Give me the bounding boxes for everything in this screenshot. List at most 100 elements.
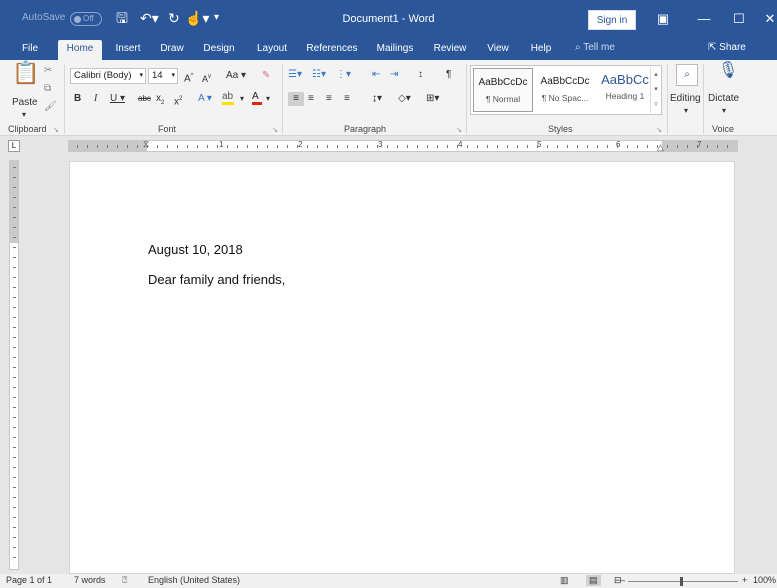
shading-icon[interactable]: ◇▾ — [398, 92, 411, 106]
font-launcher-icon[interactable]: ↘ — [272, 126, 278, 134]
styles-launcher-icon[interactable]: ↘ — [656, 126, 662, 134]
numbering-icon[interactable]: ☷▾ — [312, 68, 326, 82]
save-icon[interactable]: 🖫 — [116, 9, 128, 27]
close-button[interactable]: ✕ — [755, 8, 777, 30]
italic-icon[interactable]: I — [94, 92, 97, 106]
proofing-icon[interactable]: ⍰ — [122, 575, 127, 586]
tab-help[interactable]: Help — [524, 40, 558, 60]
ruler-tick — [13, 407, 16, 408]
copy-icon[interactable]: ⧉ — [44, 82, 51, 96]
signin-button[interactable]: Sign in — [588, 10, 636, 30]
find-icon[interactable]: ⌕ — [676, 64, 698, 86]
ruler-tick — [13, 357, 16, 358]
multilevel-list-icon[interactable]: ⋮▾ — [336, 68, 351, 82]
tab-draw[interactable]: Draw — [154, 40, 190, 60]
language-status[interactable]: English (United States) — [148, 575, 240, 585]
ruler-tick — [13, 447, 16, 448]
font-size-combo[interactable]: 14 ▾ — [148, 68, 178, 84]
align-center-icon[interactable]: ≡ — [308, 92, 314, 106]
autosave-toggle[interactable]: Off — [70, 12, 102, 26]
ruler-tick — [637, 145, 638, 148]
borders-icon[interactable]: ⊞▾ — [426, 92, 439, 106]
date-line[interactable]: August 10, 2018 — [148, 242, 243, 257]
font-name-combo[interactable]: Calibri (Body) ▾ — [70, 68, 146, 84]
ruler-tick — [13, 507, 16, 508]
shrink-font-icon[interactable]: Av — [202, 70, 211, 86]
ruler-tick — [13, 547, 16, 548]
show-formatting-marks-icon[interactable]: ¶ — [446, 68, 451, 82]
vertical-ruler[interactable] — [9, 160, 19, 570]
tab-layout[interactable]: Layout — [250, 40, 294, 60]
right-indent-marker-icon[interactable]: △ — [657, 142, 664, 153]
bold-icon[interactable]: B — [74, 92, 81, 106]
word-count[interactable]: 7 words — [74, 575, 106, 585]
share-button[interactable]: ⇱ Share — [708, 42, 746, 53]
zoom-slider[interactable] — [628, 581, 738, 582]
change-case-button[interactable]: Aa ▾ — [226, 69, 246, 83]
highlight-dropdown-icon[interactable]: ▾ — [240, 92, 244, 106]
horizontal-ruler[interactable]: 1 2 3 4 5 6 7 ⧖ △ — [68, 139, 738, 153]
increase-indent-icon[interactable]: ⇥ — [390, 68, 398, 82]
tab-design[interactable]: Design — [196, 40, 242, 60]
print-layout-icon[interactable]: ▤ — [586, 575, 601, 586]
tab-file[interactable]: File — [16, 40, 44, 60]
salutation-line[interactable]: Dear family and friends, — [148, 272, 285, 287]
ruler-number: 1 — [219, 140, 224, 149]
paste-icon[interactable]: 📋 — [12, 62, 39, 84]
superscript-icon[interactable]: x2 — [174, 92, 182, 109]
tab-home[interactable]: Home — [58, 40, 102, 60]
page-count[interactable]: Page 1 of 1 — [6, 575, 52, 585]
chevron-down-icon[interactable]: ▾ — [722, 104, 726, 118]
style-preview: AaBbCc — [601, 72, 649, 87]
tab-mailings[interactable]: Mailings — [370, 40, 420, 60]
ribbon-display-options-icon[interactable]: ▣ — [648, 8, 678, 30]
ruler-tick — [317, 145, 318, 148]
font-color-dropdown-icon[interactable]: ▾ — [266, 92, 270, 106]
sort-icon[interactable]: ↕ — [418, 68, 423, 82]
justify-icon[interactable]: ≡ — [344, 92, 350, 106]
cut-icon[interactable]: ✂ — [44, 64, 52, 78]
align-right-icon[interactable]: ≡ — [326, 92, 332, 106]
text-effects-icon[interactable]: A ▾ — [198, 92, 212, 106]
zoom-in-button[interactable]: + — [742, 575, 747, 585]
touch-mode-icon[interactable]: ☝▾ — [185, 9, 209, 27]
redo-icon[interactable]: ↻ — [168, 9, 180, 27]
tab-view[interactable]: View — [480, 40, 516, 60]
underline-icon[interactable]: U ▾ — [110, 92, 125, 106]
ruler-tick — [557, 145, 558, 148]
line-spacing-icon[interactable]: ↨▾ — [372, 92, 382, 106]
customize-qat-icon[interactable]: ▾ — [214, 9, 219, 27]
bullets-icon[interactable]: ☰▾ — [288, 68, 302, 82]
undo-icon[interactable]: ↶▾ — [140, 9, 159, 27]
tab-selector[interactable]: L — [8, 140, 20, 152]
microphone-icon[interactable]: 🎙 — [718, 63, 738, 79]
paragraph-launcher-icon[interactable]: ↘ — [456, 126, 462, 134]
restore-button[interactable]: ☐ — [724, 8, 754, 30]
style-heading-1[interactable]: AaBbCc Heading 1 — [595, 68, 655, 112]
decrease-indent-icon[interactable]: ⇤ — [372, 68, 380, 82]
styles-gallery-scroll[interactable]: ▴ ▾ ▿ — [650, 67, 661, 113]
style-no-spacing[interactable]: AaBbCcDc ¶ No Spac... — [535, 68, 595, 112]
chevron-down-icon[interactable]: ▾ — [684, 104, 688, 118]
tab-references[interactable]: References — [302, 40, 362, 60]
format-painter-icon[interactable]: 🖌 — [44, 100, 57, 114]
tab-insert[interactable]: Insert — [108, 40, 148, 60]
paste-dropdown-icon[interactable]: ▾ — [22, 108, 26, 122]
strikethrough-icon[interactable]: abc — [138, 92, 151, 106]
grow-font-icon[interactable]: A^ — [184, 69, 194, 86]
document-page[interactable]: August 10, 2018 Dear family and friends, — [69, 161, 735, 574]
style-normal[interactable]: AaBbCcDc ¶ Normal — [473, 68, 533, 112]
font-color-icon[interactable]: A — [252, 90, 262, 105]
clear-formatting-icon[interactable]: ✎ — [262, 69, 270, 83]
subscript-icon[interactable]: x2 — [156, 92, 164, 110]
read-mode-icon[interactable]: ▥ — [560, 575, 569, 586]
minimize-button[interactable]: — — [689, 8, 719, 30]
zoom-out-button[interactable]: – — [620, 575, 625, 585]
tab-review[interactable]: Review — [428, 40, 472, 60]
align-left-icon[interactable]: ≡ — [288, 92, 304, 106]
zoom-slider-thumb[interactable] — [680, 577, 683, 586]
zoom-level[interactable]: 100% — [753, 575, 776, 585]
tell-me-search[interactable]: ⌕ Tell me — [575, 42, 615, 53]
highlight-icon[interactable]: ab — [222, 90, 234, 105]
clipboard-launcher-icon[interactable]: ↘ — [53, 126, 59, 134]
